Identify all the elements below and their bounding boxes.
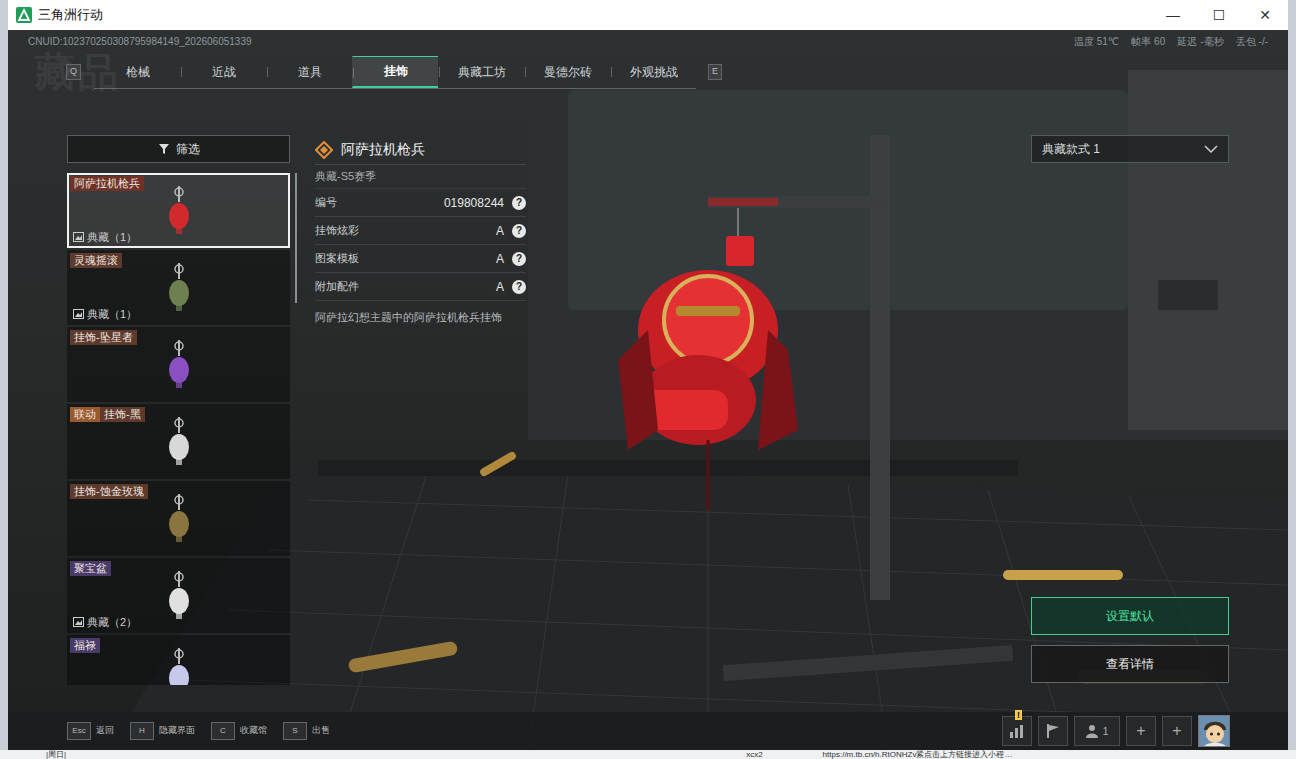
item-tag: 联动 xyxy=(70,407,100,422)
detail-title: 阿萨拉机枪兵 xyxy=(315,135,526,165)
item-card[interactable]: 阿萨拉机枪兵典藏（1） xyxy=(67,173,290,248)
hotkey-hint[interactable]: C收藏馆 xyxy=(211,722,267,740)
charm-thumbnail-icon xyxy=(164,494,194,544)
item-badge: 典藏（2） xyxy=(73,614,137,631)
item-badge: 典藏（1） xyxy=(73,229,137,246)
category-tab[interactable]: 挂饰 xyxy=(352,56,438,88)
add-slot-button[interactable]: + xyxy=(1126,716,1156,746)
desktop-strip: |周日| xcx2 https://m.tb.cn/h.RtONHZv紧点击上方链接… xyxy=(0,750,1296,759)
hotkey-hint[interactable]: Esc返回 xyxy=(67,722,114,740)
charm-thumbnail-icon xyxy=(164,263,194,313)
category-tab[interactable]: 外观挑战 xyxy=(610,56,696,88)
image-icon xyxy=(73,232,84,242)
hud-stat: 延迟-毫秒 xyxy=(1177,34,1223,49)
charm-thumbnail-icon xyxy=(164,340,194,390)
person-icon xyxy=(1085,724,1099,738)
hotkey-hint[interactable]: S出售 xyxy=(283,722,330,740)
item-card[interactable]: 福禄 xyxy=(67,635,290,685)
category-tab[interactable]: 曼德尔砖 xyxy=(524,56,610,88)
hud-stat: 丢包-/- xyxy=(1236,34,1268,49)
scrollbar[interactable] xyxy=(295,173,297,303)
attribute-row: 编号019808244? xyxy=(315,189,526,217)
desktop-text: xcx2 xyxy=(746,750,762,759)
season-label: 典藏-S5赛季 xyxy=(315,165,526,189)
social-bar: !1++ xyxy=(1002,715,1230,747)
style-dropdown[interactable]: 典藏款式 1 xyxy=(1031,135,1229,163)
flag-icon xyxy=(1046,723,1060,739)
app-logo-icon xyxy=(16,7,32,23)
desktop-text: https://m.tb.cn/h.RtONHZv紧点击上方链接进入小程… xyxy=(823,750,1013,759)
set-default-button[interactable]: 设置默认 xyxy=(1031,597,1229,635)
avatar[interactable] xyxy=(1198,715,1230,747)
category-tab[interactable]: 典藏工坊 xyxy=(438,56,524,88)
stats-button[interactable]: ! xyxy=(1002,716,1032,746)
friends-button[interactable]: 1 xyxy=(1074,716,1120,746)
game-window: 三角洲行动 —☐✕ xyxy=(8,0,1288,750)
add-slot-button[interactable]: + xyxy=(1162,716,1192,746)
item-description: 阿萨拉幻想主题中的阿萨拉机枪兵挂饰 xyxy=(315,309,526,326)
item-panel: 筛选阿萨拉机枪兵典藏（1）灵魂摇滚典藏（1）挂饰-坠星者联动挂饰-黑挂饰-蚀金玫… xyxy=(67,135,297,712)
tab-bar: 枪械近战道具挂饰典藏工坊曼德尔砖外观挑战 xyxy=(94,56,696,89)
window-title: 三角洲行动 xyxy=(38,5,103,25)
item-card[interactable]: 灵魂摇滚典藏（1） xyxy=(67,250,290,325)
flag-button[interactable] xyxy=(1038,716,1068,746)
charm-thumbnail-icon xyxy=(164,648,194,686)
item-name: 灵魂摇滚 xyxy=(70,253,122,268)
filter-icon xyxy=(158,143,170,155)
help-button[interactable]: ? xyxy=(512,280,526,294)
item-card[interactable]: 联动挂饰-黑 xyxy=(67,404,290,479)
item-badge: 典藏（1） xyxy=(73,306,137,323)
attribute-row: 图案模板A? xyxy=(315,245,526,273)
alert-badge: ! xyxy=(1015,710,1022,720)
item-card[interactable]: 挂饰-蚀金玫瑰 xyxy=(67,481,290,556)
chevron-down-icon xyxy=(1204,145,1218,153)
minimize-button[interactable]: — xyxy=(1150,0,1196,30)
charm-thumbnail-icon xyxy=(164,571,194,621)
charm-thumbnail-icon xyxy=(164,417,194,467)
image-icon xyxy=(73,617,84,627)
item-name: 挂饰-黑 xyxy=(100,407,145,422)
desktop-text: |周日| xyxy=(46,750,66,759)
item-name: 挂饰-蚀金玫瑰 xyxy=(70,484,148,499)
filter-button[interactable]: 筛选 xyxy=(67,135,290,163)
image-icon xyxy=(73,309,84,319)
attribute-row: 附加配件A? xyxy=(315,273,526,301)
hotkey-hint[interactable]: H隐藏界面 xyxy=(130,722,195,740)
rarity-diamond-icon xyxy=(315,141,333,159)
hud-bar: CNUID:102370250308795984149_202606051339… xyxy=(8,30,1288,52)
hud-stat: 温度51℃ xyxy=(1074,34,1119,49)
bar-chart-icon xyxy=(1009,724,1025,738)
item-name: 聚宝盆 xyxy=(70,561,111,576)
item-name: 福禄 xyxy=(70,638,100,653)
help-button[interactable]: ? xyxy=(512,196,526,210)
prev-tab-key[interactable]: Q xyxy=(66,64,81,80)
category-tab[interactable]: 道具 xyxy=(266,56,352,88)
avatar-face-icon xyxy=(1199,716,1230,747)
item-name: 阿萨拉机枪兵 xyxy=(70,176,144,191)
charm-thumbnail-icon xyxy=(164,186,194,236)
maximize-button[interactable]: ☐ xyxy=(1196,0,1242,30)
item-list: 阿萨拉机枪兵典藏（1）灵魂摇滚典藏（1）挂饰-坠星者联动挂饰-黑挂饰-蚀金玫瑰聚… xyxy=(67,173,290,685)
category-tab[interactable]: 枪械 xyxy=(94,56,180,88)
title-bar: 三角洲行动 —☐✕ xyxy=(8,0,1288,30)
category-tab[interactable]: 近战 xyxy=(180,56,266,88)
item-name: 挂饰-坠星者 xyxy=(70,330,137,345)
item-card[interactable]: 挂饰-坠星者 xyxy=(67,327,290,402)
hud-stat: 帧率60 xyxy=(1131,34,1165,49)
tab-row: 藏品Q枪械近战道具挂饰典藏工坊曼德尔砖外观挑战E xyxy=(8,52,1288,92)
user-id: CNUID:102370250308795984149_202606051339 xyxy=(28,34,252,49)
close-button[interactable]: ✕ xyxy=(1242,0,1288,30)
bottom-bar: Esc返回H隐藏界面C收藏馆S出售!1++ xyxy=(8,712,1288,750)
view-details-button[interactable]: 查看详情 xyxy=(1031,645,1229,683)
detail-panel: 阿萨拉机枪兵典藏-S5赛季编号019808244?挂饰炫彩A?图案模板A?附加配… xyxy=(315,135,526,712)
next-tab-key[interactable]: E xyxy=(708,64,722,80)
game-area: CNUID:102370250308795984149_202606051339… xyxy=(8,30,1288,750)
action-panel: 典藏款式 1 设置默认查看详情 xyxy=(1031,135,1229,712)
attribute-row: 挂饰炫彩A? xyxy=(315,217,526,245)
help-button[interactable]: ? xyxy=(512,224,526,238)
item-card[interactable]: 聚宝盆典藏（2） xyxy=(67,558,290,633)
help-button[interactable]: ? xyxy=(512,252,526,266)
